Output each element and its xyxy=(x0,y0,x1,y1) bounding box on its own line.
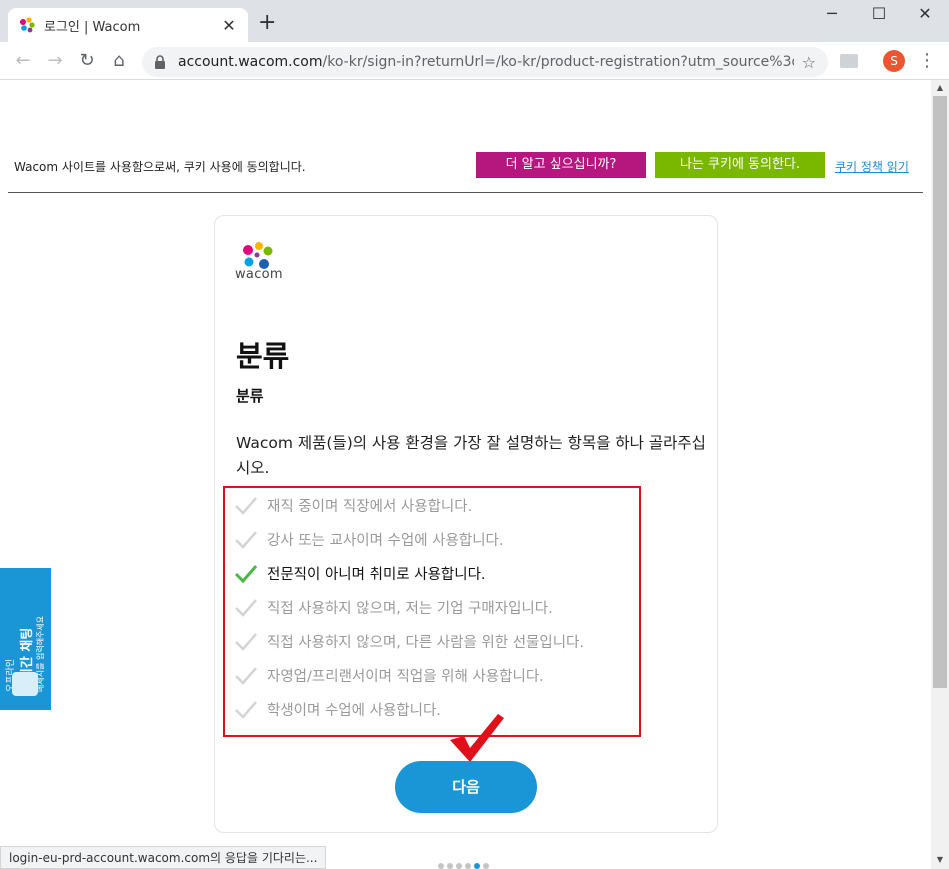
divider xyxy=(8,192,923,193)
profile-avatar[interactable]: S xyxy=(883,50,905,72)
status-bar: login-eu-prd-account.wacom.com의 응답을 기다리는… xyxy=(0,846,327,869)
option-item[interactable]: 직접 사용하지 않으며, 다른 사람을 위한 선물입니다. xyxy=(233,626,584,656)
wacom-logo-text: wacom xyxy=(235,267,283,282)
tab-title: 로그인 | Wacom xyxy=(44,19,141,35)
cookie-banner: Wacom 사이트를 사용함으로써, 쿠키 사용에 동의합니다. 더 알고 싶으… xyxy=(0,80,931,195)
scroll-down-icon[interactable]: ▼ xyxy=(931,855,949,864)
next-button[interactable]: 다음 xyxy=(395,761,537,813)
check-icon xyxy=(235,701,257,719)
option-label: 학생이며 수업에 사용합니다. xyxy=(267,702,441,719)
option-label: 강사 또는 교사이며 수업에 사용합니다. xyxy=(267,532,504,549)
tab-close-icon[interactable]: ✕ xyxy=(220,16,238,35)
check-icon xyxy=(235,599,257,617)
option-item[interactable]: 학생이며 수업에 사용합니다. xyxy=(233,694,441,724)
extension-icon[interactable] xyxy=(840,54,858,68)
check-icon xyxy=(234,565,258,584)
progress-dot xyxy=(438,863,444,869)
option-item[interactable]: 직접 사용하지 않으며, 저는 기업 구매자입니다. xyxy=(233,592,553,622)
address-bar[interactable]: account.wacom.com/ko-kr/sign-in?returnUr… xyxy=(142,47,828,77)
forward-icon[interactable]: → xyxy=(44,50,66,72)
home-icon[interactable]: ⌂ xyxy=(108,50,130,72)
progress-dot xyxy=(483,863,489,869)
option-item[interactable]: 자영업/프리랜서이며 직업을 위해 사용합니다. xyxy=(233,660,544,690)
option-label: 재직 중이며 직장에서 사용합니다. xyxy=(267,498,473,515)
accept-cookies-button[interactable]: 나는 쿠키에 동의한다. xyxy=(655,152,825,178)
tab-bar: 로그인 | Wacom ✕ + ─ ☐ ✕ xyxy=(0,0,949,42)
check-icon xyxy=(235,633,257,651)
section-subtitle: 분류 xyxy=(236,387,264,405)
progress-dot xyxy=(447,863,453,869)
scroll-up-icon[interactable]: ▲ xyxy=(931,83,949,92)
browser-tab[interactable]: 로그인 | Wacom ✕ xyxy=(8,8,248,42)
check-icon xyxy=(235,667,257,685)
browser-menu-icon[interactable]: ⋮ xyxy=(918,50,936,72)
window-close-icon[interactable]: ✕ xyxy=(910,4,940,23)
option-item[interactable]: 강사 또는 교사이며 수업에 사용합니다. xyxy=(233,524,503,554)
url-path: /ko-kr/sign-in?returnUrl=/ko-kr/product-… xyxy=(322,54,794,70)
cookie-policy-link[interactable]: 쿠키 정책 읽기 xyxy=(835,158,909,175)
option-item[interactable]: 재직 중이며 직장에서 사용합니다. xyxy=(233,490,472,520)
progress-dots xyxy=(438,863,489,869)
check-icon xyxy=(235,497,257,515)
url-host: account.wacom.com xyxy=(178,54,323,70)
option-label: 전문직이 아니며 취미로 사용합니다. xyxy=(267,566,486,583)
wacom-favicon-icon xyxy=(20,17,35,33)
minimize-icon[interactable]: ─ xyxy=(817,4,847,23)
back-icon[interactable]: ← xyxy=(12,50,34,72)
annotation-checkmark-icon xyxy=(450,714,504,762)
page-scrollbar[interactable]: ▲ ▼ xyxy=(931,80,949,869)
progress-dot xyxy=(465,863,471,869)
option-label: 직접 사용하지 않으며, 저는 기업 구매자입니다. xyxy=(267,600,553,617)
scroll-thumb[interactable] xyxy=(933,96,947,688)
learn-more-button[interactable]: 더 알고 싶으십니까? xyxy=(476,152,646,178)
check-icon xyxy=(235,531,257,549)
progress-dot xyxy=(456,863,462,869)
maximize-icon[interactable]: ☐ xyxy=(864,4,894,23)
live-chat-widget[interactable]: 오프라인 실시간 채팅 메세지를 입력해주세요 xyxy=(0,568,51,710)
page-title: 분류 xyxy=(236,339,290,373)
browser-toolbar: ← → ↻ ⌂ account.wacom.com/ko-kr/sign-in?… xyxy=(0,42,949,80)
lock-icon xyxy=(155,55,165,69)
url-text: account.wacom.com/ko-kr/sign-in?returnUr… xyxy=(178,54,794,70)
option-item-selected[interactable]: 전문직이 아니며 취미로 사용합니다. xyxy=(233,558,486,588)
option-label: 자영업/프리랜서이며 직업을 위해 사용합니다. xyxy=(267,668,544,685)
chat-bubble-icon xyxy=(12,672,38,696)
option-list: 재직 중이며 직장에서 사용합니다. 강사 또는 교사이며 수업에 사용합니다.… xyxy=(223,486,641,737)
option-label: 직접 사용하지 않으며, 다른 사람을 위한 선물입니다. xyxy=(267,634,585,651)
reload-icon[interactable]: ↻ xyxy=(76,50,98,72)
bookmark-star-icon[interactable]: ☆ xyxy=(802,53,816,72)
new-tab-icon[interactable]: + xyxy=(258,12,276,34)
instruction-text: Wacom 제품(들)의 사용 환경을 가장 잘 설명하는 항목을 하나 골라주… xyxy=(236,434,706,477)
cookie-notice-text: Wacom 사이트를 사용함으로써, 쿠키 사용에 동의합니다. xyxy=(14,160,306,174)
progress-dot-active xyxy=(474,863,480,869)
